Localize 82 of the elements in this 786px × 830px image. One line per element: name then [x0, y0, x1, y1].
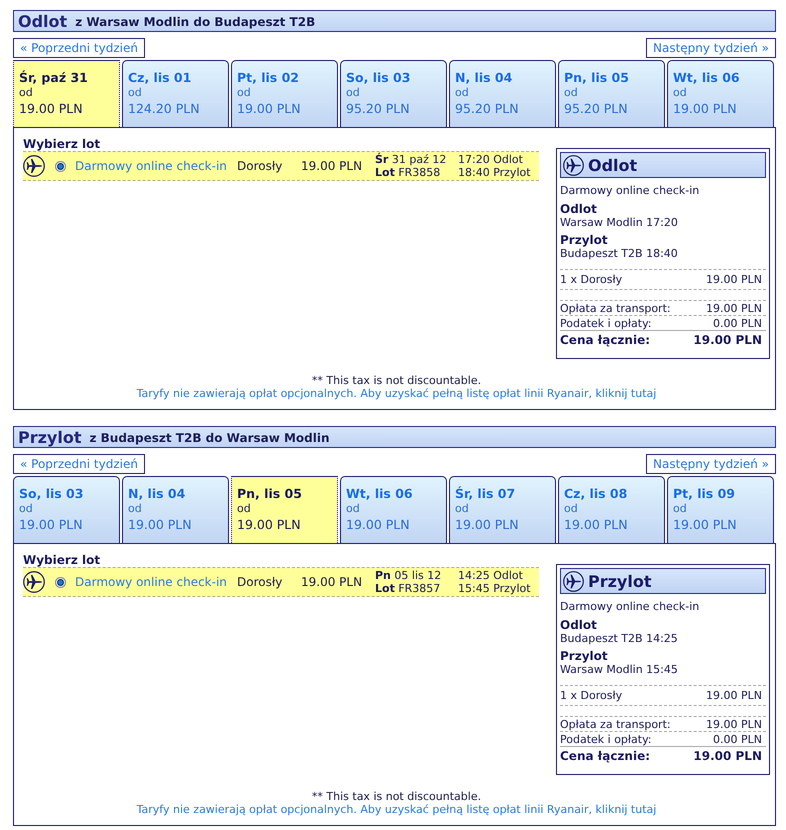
total-amount: 19.00 PLN [693, 333, 762, 348]
total-label: Cena łącznie: [560, 749, 650, 764]
fee-amount: 0.00 PLN [713, 733, 762, 746]
summary-title: Przylot [588, 572, 652, 590]
tax-note: ** This tax is not discountable. [312, 374, 482, 387]
passenger-type: Dorosły [237, 575, 284, 589]
choose-flight-heading: Wybierz lot [23, 137, 102, 151]
total-label: Cena łącznie: [560, 333, 650, 348]
date-tab[interactable]: Wt, lis 06 od 19.00 PLN [340, 476, 447, 543]
weekday-label: Pn [375, 569, 391, 582]
date-tab[interactable]: So, lis 03 od 95.20 PLN [340, 60, 447, 127]
fare-name: Darmowy online check-in [75, 159, 228, 173]
flight-number-label: Lot [375, 166, 395, 179]
plane-icon [23, 571, 45, 593]
flight-number: FR3858 [398, 166, 440, 179]
previous-week-button[interactable]: « Poprzedni tydzień [13, 38, 145, 58]
next-week-button[interactable]: Następny tydzień » [646, 38, 776, 58]
fee-amount: 0.00 PLN [713, 317, 762, 330]
radio-button[interactable] [55, 576, 66, 588]
passenger-line-price: 19.00 PLN [706, 689, 762, 702]
date-tab[interactable]: Pt, lis 02 od 19.00 PLN [231, 60, 338, 127]
date-tab[interactable]: So, lis 03 od 19.00 PLN [13, 476, 120, 543]
stop-label: Przylot [560, 650, 609, 663]
fee-label: Opłata za transport: [560, 718, 671, 731]
total-amount: 19.00 PLN [693, 749, 762, 764]
summary-fare: Darmowy online check-in [560, 600, 700, 614]
date-tab[interactable]: Pn, lis 05 od 95.20 PLN [558, 60, 665, 127]
fee-label: Podatek i opłaty: [560, 317, 652, 330]
section-title: Odlot [18, 12, 68, 30]
date-tab[interactable]: Cz, lis 01 od 124.20 PLN [122, 60, 229, 127]
next-week-button[interactable]: Następny tydzień » [646, 454, 776, 474]
date-tab[interactable]: Pt, lis 09 od 19.00 PLN [667, 476, 774, 543]
previous-week-button[interactable]: « Poprzedni tydzień [13, 454, 145, 474]
stop-details: Warsaw Modlin 15:45 [560, 663, 679, 676]
stop-details: Budapeszt T2B 14:25 [560, 632, 679, 645]
date-tab[interactable]: Pn, lis 05 od 19.00 PLN [231, 476, 338, 543]
stop-details: Warsaw Modlin 17:20 [560, 216, 679, 229]
fare-name: Darmowy online check-in [75, 575, 228, 589]
arrival-time: 18:40 Przylot [458, 166, 531, 179]
summary-title: Odlot [588, 156, 638, 174]
passenger-line-price: 19.00 PLN [706, 273, 762, 286]
departure-time: 14:25 Odlot [458, 569, 524, 582]
date-tab[interactable]: N, lis 04 od 95.20 PLN [449, 60, 556, 127]
plane-icon [563, 154, 584, 176]
fares-info-link[interactable]: Taryfy nie zawierają opłat opcjonalnych. Aby uzyskać pełną listę opłat linii Ryanair, kliknij tutaj [136, 803, 656, 816]
stop-label: Odlot [560, 203, 598, 216]
flight-option-row[interactable]: Darmowy online check-in Dorosły 19.00 PLN Pn 05 lis 12 Lot FR3857 14:25 Odlot 15:45 Przylot [23, 567, 539, 597]
date-tab[interactable]: Śr, paź 31 od 19.00 PLN [13, 60, 120, 127]
summary-fare: Darmowy online check-in [560, 184, 700, 198]
radio-button[interactable] [55, 160, 66, 172]
fares-info-link[interactable]: Taryfy nie zawierają opłat opcjonalnych. Aby uzyskać pełną listę opłat linii Ryanair, kliknij tutaj [136, 387, 656, 400]
flight-date: 05 lis 12 [394, 569, 442, 582]
plane-icon [23, 155, 45, 177]
date-tab[interactable]: Śr, lis 07 od 19.00 PLN [449, 476, 556, 543]
flight-price: 19.00 PLN [301, 159, 364, 173]
flight-price: 19.00 PLN [301, 575, 364, 589]
fee-label: Opłata za transport: [560, 302, 671, 315]
choose-flight-heading: Wybierz lot [23, 553, 102, 567]
date-tab[interactable]: Cz, lis 08 od 19.00 PLN [558, 476, 665, 543]
date-tab[interactable]: N, lis 04 od 19.00 PLN [122, 476, 229, 543]
tax-note: ** This tax is not discountable. [312, 790, 482, 803]
flight-number-label: Lot [375, 582, 395, 595]
passenger-type: Dorosły [237, 159, 284, 173]
passenger-line-label: 1 x Dorosły [560, 273, 622, 286]
route-text: z Warsaw Modlin do Budapeszt T2B [75, 14, 316, 29]
arrival-time: 15:45 Przylot [458, 582, 531, 595]
route-text: z Budapeszt T2B do Warsaw Modlin [89, 430, 330, 445]
fee-label: Podatek i opłaty: [560, 733, 652, 746]
plane-icon [563, 570, 584, 592]
flight-option-row[interactable]: Darmowy online check-in Dorosły 19.00 PLN Śr 31 paź 12 Lot FR3858 17:20 Odlot 18:40 Przylot [23, 151, 539, 181]
flight-date: 31 paź 12 [392, 153, 446, 166]
stop-label: Odlot [560, 619, 598, 632]
fee-amount: 19.00 PLN [706, 302, 762, 315]
section-title: Przylot [18, 428, 82, 446]
passenger-line-label: 1 x Dorosły [560, 689, 622, 702]
departure-time: 17:20 Odlot [458, 153, 524, 166]
stop-label: Przylot [560, 234, 609, 247]
flight-number: FR3857 [398, 582, 440, 595]
stop-details: Budapeszt T2B 18:40 [560, 247, 679, 260]
fee-amount: 19.00 PLN [706, 718, 762, 731]
date-tab[interactable]: Wt, lis 06 od 19.00 PLN [667, 60, 774, 127]
weekday-label: Śr [375, 153, 388, 166]
